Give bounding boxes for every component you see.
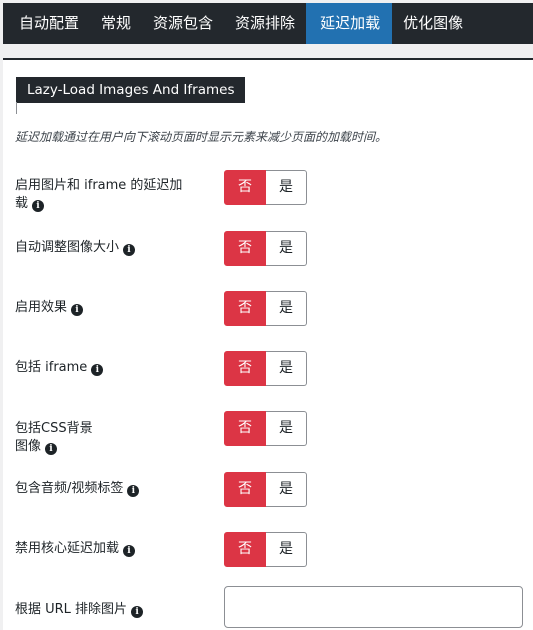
setting-label: 包括 iframe i <box>15 359 205 377</box>
toggle-no-option[interactable]: 否 <box>224 170 266 205</box>
tab-resource-exclude[interactable]: 资源排除 <box>224 3 306 44</box>
setting-label-line1: 包括CSS背景 <box>15 421 93 436</box>
settings-tabs: 自动配置 常规 资源包含 资源排除 延迟加载 优化图像 <box>3 3 533 44</box>
tab-general[interactable]: 常规 <box>90 3 142 44</box>
setting-label-text: 禁用核心延迟加载 <box>15 541 120 556</box>
lazy-load-panel: Lazy-Load Images And Iframes 延迟加载通过在用户向下… <box>3 58 533 630</box>
setting-label-line1: 启用图片和 iframe 的延迟加 <box>15 178 183 193</box>
toggle-no-option[interactable]: 否 <box>224 411 266 446</box>
toggle-yes-option[interactable]: 是 <box>266 291 307 326</box>
auto-resize-toggle: 否 是 <box>224 231 307 266</box>
enable-effect-toggle: 否 是 <box>224 291 307 326</box>
setting-label: 启用效果 i <box>15 299 205 317</box>
setting-label-line2: 载 <box>15 196 29 211</box>
setting-label: 包含音频/视频标签 i <box>15 480 205 498</box>
setting-label-text: 自动调整图像大小 <box>15 240 120 255</box>
info-icon[interactable]: i <box>127 485 140 497</box>
section-description: 延迟加载通过在用户向下滚动页面时显示元素来减少页面的加载时间。 <box>15 130 388 144</box>
setting-label-text: 根据 URL 排除图片 <box>15 602 128 617</box>
info-icon[interactable]: i <box>45 443 58 455</box>
include-iframe-toggle: 否 是 <box>224 351 307 386</box>
setting-label: 根据 URL 排除图片 i <box>15 601 205 619</box>
toggle-yes-option[interactable]: 是 <box>266 170 307 205</box>
audio-video-toggle: 否 是 <box>224 472 307 507</box>
info-icon[interactable]: i <box>131 606 144 618</box>
toggle-no-option[interactable]: 否 <box>224 472 266 507</box>
section-legend: Lazy-Load Images And Iframes <box>16 77 246 103</box>
toggle-no-option[interactable]: 否 <box>224 351 266 386</box>
info-icon[interactable]: i <box>32 200 45 212</box>
exclude-images-input[interactable] <box>224 586 523 628</box>
tab-lazy-load[interactable]: 延迟加载 <box>306 3 393 44</box>
tab-auto-config[interactable]: 自动配置 <box>3 3 90 44</box>
toggle-yes-option[interactable]: 是 <box>266 532 307 567</box>
tab-optimize-images[interactable]: 优化图像 <box>392 3 474 44</box>
toggle-yes-option[interactable]: 是 <box>266 351 307 386</box>
toggle-no-option[interactable]: 否 <box>224 291 266 326</box>
setting-label: 自动调整图像大小 i <box>15 239 205 257</box>
toggle-yes-option[interactable]: 是 <box>266 472 307 507</box>
info-icon[interactable]: i <box>91 364 104 376</box>
setting-label-text: 包含音频/视频标签 <box>15 481 124 496</box>
setting-label-line2: 图像 <box>15 439 42 454</box>
setting-label: 禁用核心延迟加载 i <box>15 540 205 558</box>
setting-label: 启用图片和 iframe 的延迟加 载i <box>15 177 205 213</box>
disable-core-lazy-load-toggle: 否 是 <box>224 532 307 567</box>
enable-lazy-load-toggle: 否 是 <box>224 170 307 205</box>
tab-resource-include[interactable]: 资源包含 <box>142 3 224 44</box>
info-icon[interactable]: i <box>123 545 136 557</box>
css-background-toggle: 否 是 <box>224 411 307 446</box>
legend-divider <box>16 102 17 114</box>
info-icon[interactable]: i <box>123 244 136 256</box>
toggle-no-option[interactable]: 否 <box>224 231 266 266</box>
toggle-yes-option[interactable]: 是 <box>266 231 307 266</box>
setting-label: 包括CSS背景 图像 i <box>15 420 205 456</box>
setting-label-text: 启用效果 <box>15 300 68 315</box>
info-icon[interactable]: i <box>71 304 84 316</box>
toggle-yes-option[interactable]: 是 <box>266 411 307 446</box>
toggle-no-option[interactable]: 否 <box>224 532 266 567</box>
setting-label-text: 包括 iframe <box>15 360 88 375</box>
